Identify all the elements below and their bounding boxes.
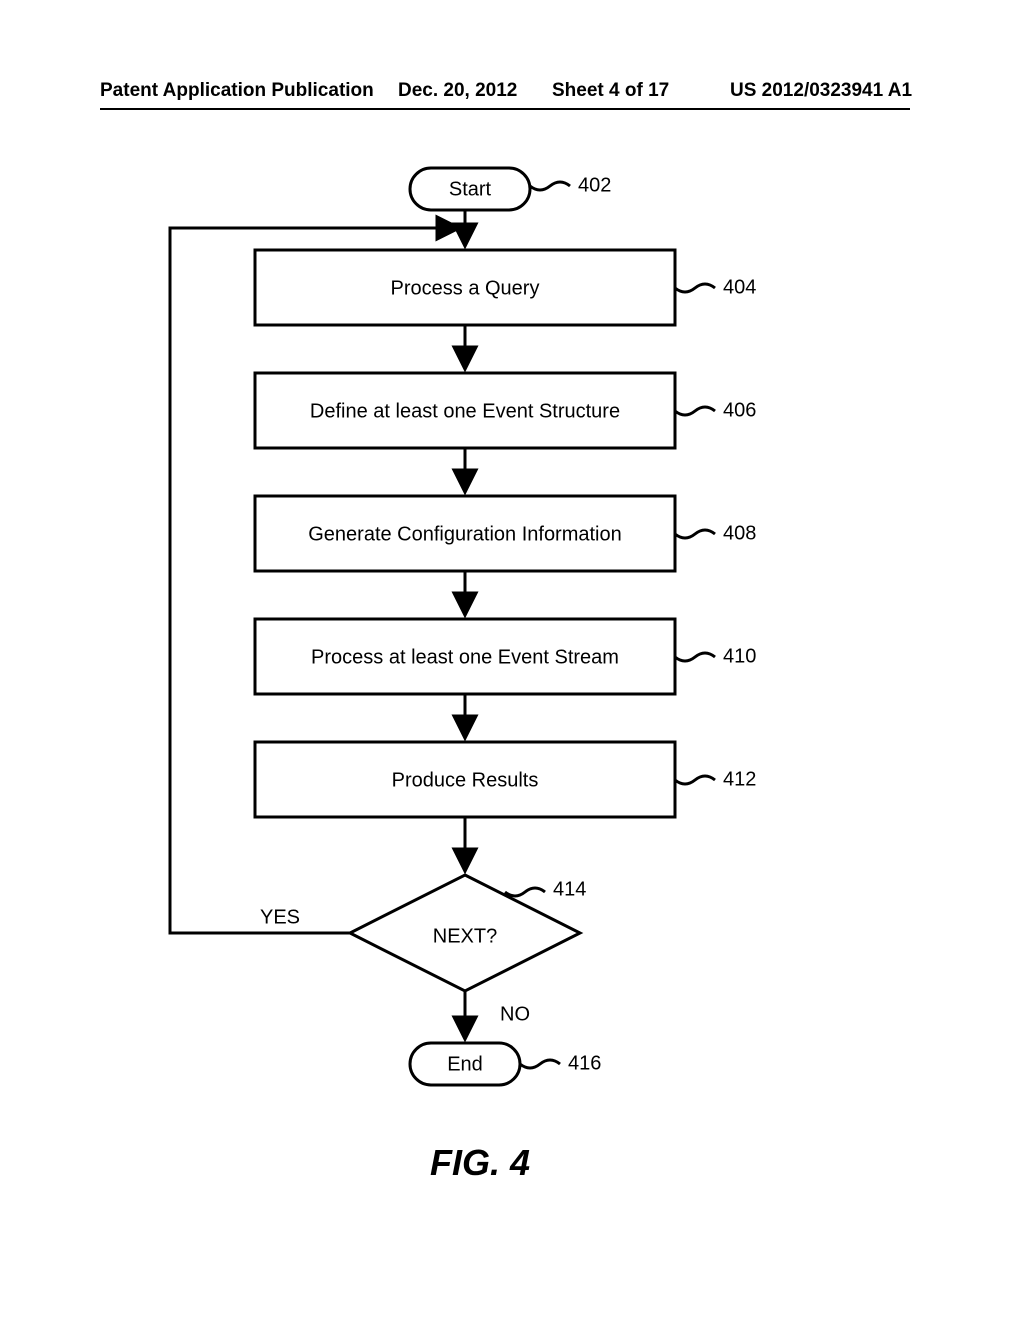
- ref-tick-416: [520, 1060, 560, 1068]
- produce-results-node: Produce Results: [255, 742, 675, 817]
- no-label: NO: [500, 1003, 530, 1025]
- end-node: End: [410, 1043, 520, 1085]
- ref-tick-402: [530, 182, 570, 190]
- publication-label: Patent Application Publication: [100, 80, 374, 102]
- ref-tick-404: [675, 284, 715, 292]
- process-event-stream-node: Process at least one Event Stream: [255, 619, 675, 694]
- ref-402: 402: [578, 174, 611, 196]
- generate-config-label: Generate Configuration Information: [308, 523, 622, 545]
- ref-tick-414: [505, 888, 545, 896]
- publication-number: US 2012/0323941 A1: [730, 80, 912, 102]
- sheet-number: Sheet 4 of 17: [552, 80, 669, 102]
- publication-date: Dec. 20, 2012: [398, 80, 517, 102]
- process-query-label: Process a Query: [391, 277, 540, 299]
- ref-tick-412: [675, 776, 715, 784]
- start-label: Start: [449, 178, 492, 200]
- ref-tick-406: [675, 407, 715, 415]
- ref-410: 410: [723, 645, 756, 667]
- process-query-node: Process a Query: [255, 250, 675, 325]
- define-event-structure-label: Define at least one Event Structure: [310, 400, 620, 422]
- flowchart-diagram: Start 402 Process a Query 404 Define at …: [0, 120, 1024, 1320]
- ref-414: 414: [553, 878, 586, 900]
- figure-label: FIG. 4: [430, 1142, 530, 1183]
- end-label: End: [447, 1053, 483, 1075]
- ref-tick-410: [675, 653, 715, 661]
- yes-label: YES: [260, 906, 300, 928]
- generate-config-node: Generate Configuration Information: [255, 496, 675, 571]
- process-event-stream-label: Process at least one Event Stream: [311, 646, 619, 668]
- ref-406: 406: [723, 399, 756, 421]
- ref-tick-408: [675, 530, 715, 538]
- decision-node: NEXT?: [350, 875, 580, 991]
- ref-408: 408: [723, 522, 756, 544]
- ref-416: 416: [568, 1052, 601, 1074]
- produce-results-label: Produce Results: [392, 769, 539, 791]
- yes-branch-line: [170, 228, 458, 933]
- decision-label: NEXT?: [433, 925, 497, 947]
- header-rule: [100, 108, 910, 110]
- ref-404: 404: [723, 276, 756, 298]
- define-event-structure-node: Define at least one Event Structure: [255, 373, 675, 448]
- ref-412: 412: [723, 768, 756, 790]
- start-node: Start: [410, 168, 530, 210]
